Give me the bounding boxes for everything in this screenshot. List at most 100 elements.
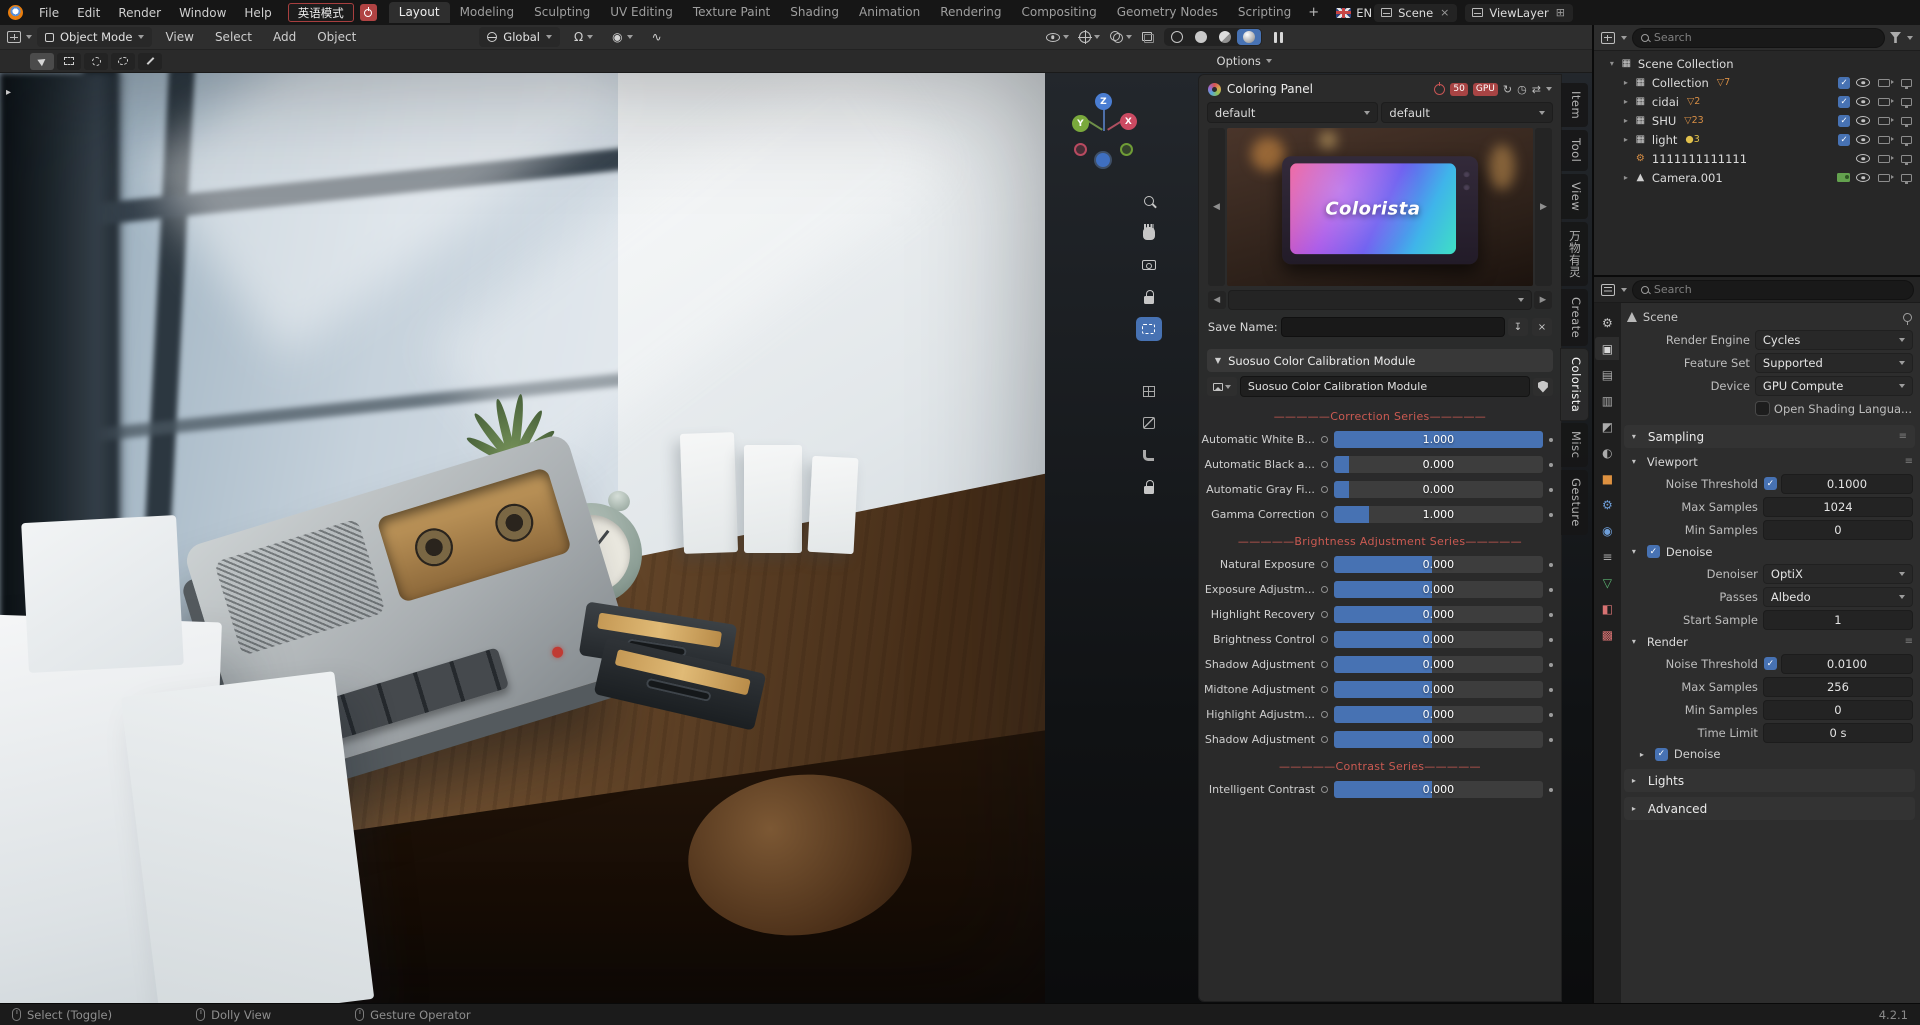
keyframe-dot-icon[interactable] [1549, 463, 1553, 467]
decorate-dot-icon[interactable] [1321, 461, 1328, 468]
properties-tab-view-layer[interactable]: ▥ [1595, 389, 1619, 412]
value-slider[interactable]: 1.000 [1334, 431, 1543, 448]
monitor-toggle-icon[interactable] [1901, 136, 1912, 144]
menu-file[interactable]: File [31, 4, 67, 22]
expander-icon[interactable]: ▸ [1621, 173, 1631, 182]
sidebar-tab-tool[interactable]: Tool [1561, 130, 1588, 170]
viewport-canvas[interactable]: ▸ [0, 73, 1592, 1003]
keyframe-dot-icon[interactable] [1549, 738, 1553, 742]
properties-tab-material[interactable]: ◧ [1595, 597, 1619, 620]
time-limit-field[interactable]: 0 s [1764, 724, 1912, 742]
sidebar-tab-create[interactable]: Create [1561, 289, 1588, 346]
properties-search-input[interactable] [1654, 283, 1905, 296]
noise-threshold-field[interactable]: 0.0100 [1782, 655, 1912, 673]
camera-view-button[interactable] [1136, 253, 1162, 277]
proportional-edit-button[interactable]: ◉ [607, 28, 637, 46]
value-slider[interactable]: 0.000 [1334, 656, 1543, 673]
decorate-dot-icon[interactable] [1321, 486, 1328, 493]
keyframe-dot-icon[interactable] [1549, 663, 1553, 667]
stool[interactable] [688, 775, 912, 1003]
properties-tab-tool[interactable]: ⚙ [1595, 311, 1619, 334]
min-samples-field[interactable]: 0 [1764, 521, 1912, 539]
advanced-panel-header[interactable]: ▸ Advanced [1624, 797, 1915, 820]
outliner-row-collection[interactable]: ▸ ▦ Collection ▽7 [1594, 73, 1920, 92]
workspace-tab-compositing[interactable]: Compositing [1011, 2, 1106, 23]
keyframe-dot-icon[interactable] [1549, 438, 1553, 442]
camera-toggle-icon[interactable] [1878, 174, 1890, 182]
box-select-button[interactable] [57, 53, 81, 70]
osl-checkbox[interactable] [1756, 402, 1769, 415]
shading-rendered-button[interactable] [1237, 29, 1261, 45]
properties-search[interactable] [1633, 281, 1913, 299]
eye-toggle-icon[interactable] [1856, 78, 1870, 87]
mode-dropdown[interactable]: Object Mode [37, 27, 152, 47]
render-subpanel-header[interactable]: ▾ Render ≡ [1624, 631, 1915, 652]
value-slider[interactable]: 0.000 [1334, 556, 1543, 573]
properties-tab-object[interactable]: ■ [1595, 467, 1619, 490]
gizmo-z-negative[interactable] [1096, 153, 1110, 167]
menu-render[interactable]: Render [110, 4, 169, 22]
properties-tab-physics[interactable]: ◉ [1595, 519, 1619, 542]
sync-icon[interactable]: ⇄ [1532, 83, 1541, 96]
value-slider[interactable]: 1.000 [1334, 506, 1543, 523]
monitor-toggle-icon[interactable] [1901, 117, 1912, 125]
blender-logo-icon[interactable] [8, 5, 23, 20]
orientation-dropdown[interactable]: Global [479, 27, 560, 47]
sidebar-tab-gesture[interactable]: Gesture [1561, 470, 1588, 535]
eye-toggle-icon[interactable] [1856, 97, 1870, 106]
expander-icon[interactable]: ▸ [1621, 78, 1631, 87]
sidebar-tab-item[interactable]: Item [1561, 83, 1588, 127]
camera-toggle-icon[interactable] [1878, 98, 1890, 106]
module-panel-header[interactable]: ▼ Suosuo Color Calibration Module [1207, 349, 1553, 372]
expander-icon[interactable]: ▸ [1621, 135, 1631, 144]
lock-camera-button[interactable] [1136, 475, 1162, 499]
white-blocks[interactable] [0, 523, 415, 1003]
gizmo-x-axis[interactable]: X [1120, 113, 1137, 130]
collection-checkbox[interactable] [1838, 134, 1850, 146]
decorate-dot-icon[interactable] [1321, 561, 1328, 568]
sidebar-tab-view[interactable]: View [1561, 174, 1588, 219]
keyframe-dot-icon[interactable] [1549, 613, 1553, 617]
chevron-down-icon[interactable] [26, 35, 32, 39]
save-name-input[interactable] [1282, 318, 1504, 336]
outliner-search-input[interactable] [1654, 31, 1876, 44]
white-boxes[interactable] [682, 421, 882, 553]
decorate-dot-icon[interactable] [1321, 736, 1328, 743]
workspace-tab-geometry-nodes[interactable]: Geometry Nodes [1107, 2, 1228, 23]
properties-tab-world[interactable]: ◐ [1595, 441, 1619, 464]
module-browse-button[interactable] [1207, 377, 1237, 396]
toolbar-expand-icon[interactable]: ▸ [6, 87, 11, 98]
options-dropdown[interactable]: Options [1217, 54, 1272, 68]
eye-toggle-icon[interactable] [1856, 173, 1870, 182]
value-slider[interactable]: 0.000 [1334, 681, 1543, 698]
preset-next-button[interactable]: ▶ [1534, 291, 1552, 309]
preview-prev-button[interactable]: ◀ [1208, 128, 1225, 286]
preview-next-button[interactable]: ▶ [1535, 128, 1552, 286]
drag-grip-icon[interactable]: ≡ [1899, 431, 1907, 442]
preset-select-dropdown[interactable] [1229, 291, 1531, 309]
eye-toggle-icon[interactable] [1856, 154, 1870, 163]
value-slider[interactable]: 0.000 [1334, 781, 1543, 798]
viewport-menu-object[interactable]: Object [309, 28, 364, 46]
shading-material-button[interactable] [1213, 29, 1237, 45]
gizmo-x-negative[interactable] [1074, 143, 1087, 156]
keyframe-dot-icon[interactable] [1549, 588, 1553, 592]
value-slider[interactable]: 0.000 [1334, 606, 1543, 623]
outliner-row-scene-collection[interactable]: ▾ ▦ Scene Collection [1594, 54, 1920, 73]
keyframe-dot-icon[interactable] [1549, 563, 1553, 567]
value-slider[interactable]: 0.000 [1334, 706, 1543, 723]
workspace-tab-layout[interactable]: Layout [389, 2, 450, 23]
viewport-menu-select[interactable]: Select [207, 28, 260, 46]
decorate-dot-icon[interactable] [1321, 636, 1328, 643]
preset-subcategory-dropdown[interactable]: default [1382, 103, 1552, 122]
min-samples-field[interactable]: 0 [1764, 701, 1912, 719]
value-slider[interactable]: 0.000 [1334, 481, 1543, 498]
gizmo-y-negative[interactable] [1120, 143, 1133, 156]
pause-button[interactable] [1272, 30, 1285, 45]
noise-threshold-checkbox[interactable] [1764, 657, 1777, 670]
viewport-subpanel-header[interactable]: ▾ Viewport ≡ [1624, 451, 1915, 472]
scene-selector[interactable]: Scene × [1374, 4, 1457, 22]
refresh-icon[interactable]: ↻ [1503, 83, 1512, 96]
decorate-dot-icon[interactable] [1321, 586, 1328, 593]
snap-toggle-button[interactable]: Ω [569, 28, 598, 46]
